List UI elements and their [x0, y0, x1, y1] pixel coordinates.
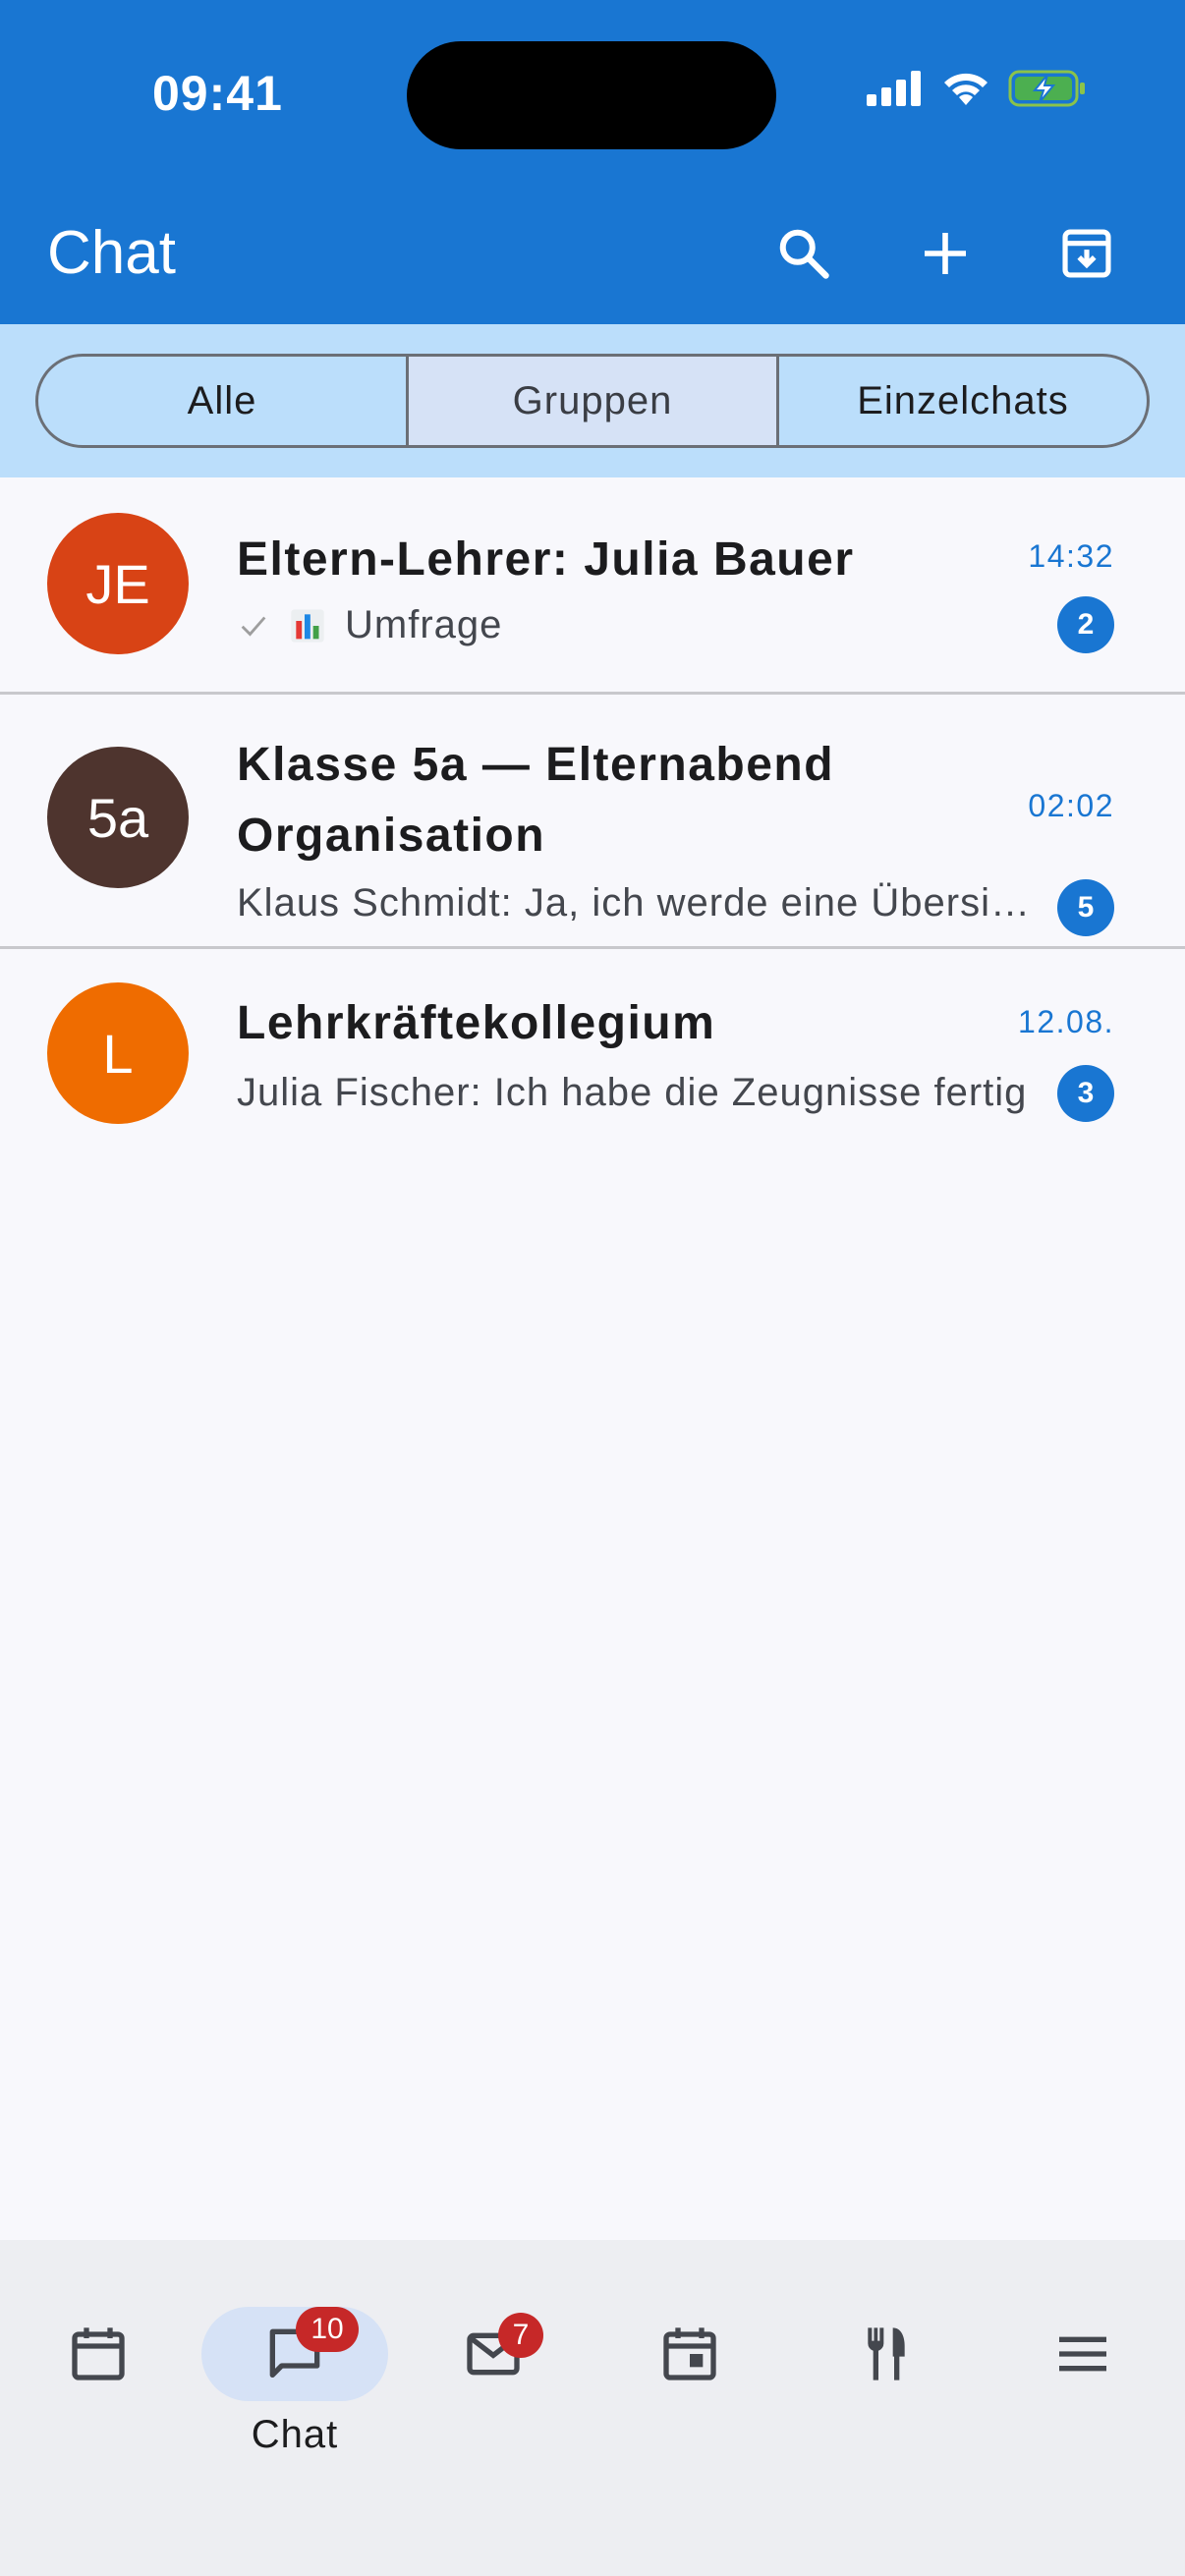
chat-preview-text: Umfrage	[345, 603, 503, 646]
bottom-navigation: 10 Chat 7	[0, 2240, 1185, 2576]
avatar: JE	[47, 513, 189, 654]
nav-calendar[interactable]	[0, 2275, 197, 2472]
nav-meals[interactable]	[788, 2275, 985, 2472]
chat-time: 02:02	[1028, 788, 1114, 823]
archive-icon	[1062, 229, 1111, 278]
plus-icon	[925, 233, 966, 274]
chat-name: Klasse 5a — Elternabend Organisation	[237, 739, 835, 862]
chat-preview: Julia Fischer: Ich habe die Zeugnisse fe…	[237, 1071, 1028, 1114]
chat-row[interactable]: JE Eltern-Lehrer: Julia Bauer Umfrage 14…	[0, 477, 1185, 692]
chat-row[interactable]: 5a Klasse 5a — Elternabend Organisation …	[0, 695, 1185, 946]
status-icons	[867, 69, 1087, 108]
search-button[interactable]	[733, 214, 875, 293]
nav-menu[interactable]	[985, 2275, 1181, 2472]
dynamic-island	[407, 41, 776, 149]
event-calendar-icon	[663, 2327, 716, 2380]
chat-filter-segmented: Alle Gruppen Einzelchats	[35, 354, 1150, 448]
menu-icon	[1059, 2336, 1106, 2372]
calendar-icon	[72, 2327, 125, 2380]
chat-name: Eltern-Lehrer: Julia Bauer	[237, 533, 855, 586]
nav-mail[interactable]: 7	[395, 2275, 592, 2472]
avatar: 5a	[47, 747, 189, 888]
chat-name: Lehrkräftekollegium	[237, 997, 716, 1049]
chat-preview: Klaus Schmidt: Ja, ich werde eine Übersi…	[237, 881, 1037, 924]
poll-chart-icon	[291, 608, 324, 643]
chat-row[interactable]: L Lehrkräftekollegium Julia Fischer: Ich…	[0, 949, 1185, 1157]
page-title: Chat	[47, 219, 176, 287]
wifi-icon	[944, 73, 988, 105]
status-time: 09:41	[152, 66, 283, 121]
chat-time: 12.08.	[1018, 1004, 1114, 1039]
chat-unread-badge: 10	[296, 2307, 359, 2352]
mail-unread-badge: 7	[498, 2313, 543, 2358]
segment-einzelchats[interactable]: Einzelchats	[776, 357, 1147, 445]
avatar: L	[47, 982, 189, 1124]
nav-chat-label: Chat	[251, 2413, 339, 2456]
battery-charging-icon	[1008, 70, 1085, 107]
search-icon	[779, 229, 829, 279]
segment-gruppen[interactable]: Gruppen	[406, 357, 776, 445]
app-bar: 09:41 Chat	[0, 0, 1185, 324]
archive-button[interactable]	[1016, 214, 1157, 293]
chat-list: JE Eltern-Lehrer: Julia Bauer Umfrage 14…	[0, 477, 1185, 1157]
unread-badge: 3	[1057, 1065, 1114, 1122]
fork-knife-icon	[868, 2327, 905, 2380]
header-actions	[733, 214, 1157, 293]
sent-check-icon	[241, 616, 266, 637]
nav-chat[interactable]: 10 Chat	[197, 2275, 393, 2472]
unread-badge: 2	[1057, 596, 1114, 653]
chat-preview: Umfrage	[237, 603, 1037, 647]
new-chat-button[interactable]	[875, 214, 1016, 293]
filter-bar: Alle Gruppen Einzelchats	[0, 324, 1185, 477]
chat-time: 14:32	[1028, 538, 1114, 574]
cellular-signal-icon	[867, 71, 921, 106]
unread-badge: 5	[1057, 879, 1114, 936]
segment-alle[interactable]: Alle	[38, 357, 406, 445]
nav-events[interactable]	[592, 2275, 788, 2472]
